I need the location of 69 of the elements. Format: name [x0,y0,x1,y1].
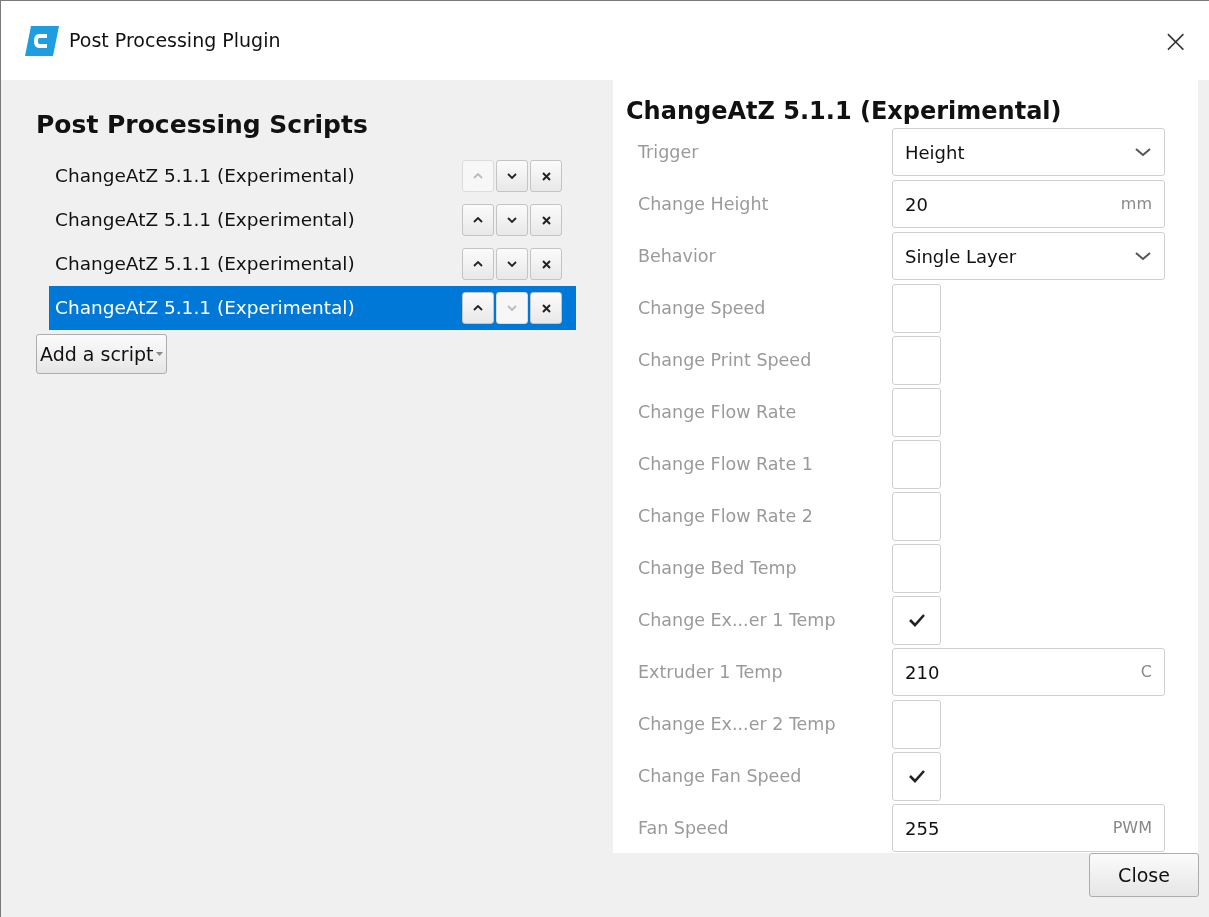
caret-down-icon [507,173,517,179]
setting-label: Fan Speed [637,816,730,840]
scripts-heading: Post Processing Scripts [36,109,369,142]
caret-down-icon [507,261,517,267]
remove-button[interactable] [530,204,562,236]
setting-label: Change Print Speed [637,348,813,372]
remove-button[interactable] [530,292,562,324]
chevron-down-icon [1134,251,1152,261]
remove-button[interactable] [530,160,562,192]
close-icon [541,259,551,269]
number-field[interactable]: 20 mm [892,180,1165,228]
setting-label: Change Ex...er 2 Temp [637,712,837,736]
setting-label: Change Fan Speed [637,764,803,788]
dropdown-field[interactable]: Single Layer [892,232,1165,280]
number-field[interactable]: 210 C [892,648,1165,696]
script-list-item[interactable]: ChangeAtZ 5.1.1 (Experimental) [49,154,576,198]
checkbox[interactable] [892,283,941,333]
number-field[interactable]: 255 PWM [892,804,1165,852]
setting-label: Change Speed [637,296,767,320]
setting-label: Behavior [637,244,717,268]
caret-down-icon [507,217,517,223]
checkbox[interactable] [892,595,941,645]
close-dialog-button[interactable]: Close [1089,853,1199,897]
move-up-button[interactable] [462,248,494,280]
caret-up-icon [473,305,483,311]
unit-label: PWM [1112,817,1152,839]
app-logo-icon [25,25,59,56]
checkbox[interactable] [892,387,941,437]
close-icon [541,171,551,181]
script-list-item[interactable]: ChangeAtZ 5.1.1 (Experimental) [49,198,576,242]
checkmark-icon [907,769,926,783]
caret-up-icon [473,261,483,267]
checkbox[interactable] [892,543,941,593]
caret-up-icon [473,217,483,223]
caret-down-icon [156,352,164,356]
unit-label: C [1140,661,1152,683]
setting-label: Change Height [637,192,770,216]
window-title: Post Processing Plugin [69,28,281,54]
script-list-item[interactable]: ChangeAtZ 5.1.1 (Experimental) [49,286,576,330]
move-down-button[interactable] [496,248,528,280]
checkbox[interactable] [892,439,941,489]
setting-label: Change Flow Rate 2 [637,504,814,528]
close-button[interactable]: × [1162,24,1189,57]
setting-label: Trigger [637,140,700,164]
close-icon [541,303,551,313]
close-icon [541,215,551,225]
unit-label: mm [1120,193,1152,215]
chevron-down-icon [1134,147,1152,157]
setting-label: Change Ex...er 1 Temp [637,608,837,632]
setting-label: Extruder 1 Temp [637,660,784,684]
move-down-button[interactable] [496,204,528,236]
caret-up-icon [473,173,483,179]
script-settings-heading: ChangeAtZ 5.1.1 (Experimental) [626,96,1063,126]
caret-down-icon [507,305,517,311]
setting-label: Change Bed Temp [637,556,798,580]
remove-button[interactable] [530,248,562,280]
move-up-button[interactable] [462,292,494,324]
checkbox[interactable] [892,751,941,801]
checkbox[interactable] [892,699,941,749]
checkbox[interactable] [892,491,941,541]
setting-label: Change Flow Rate 1 [637,452,814,476]
move-up-button[interactable] [462,204,494,236]
script-list-item[interactable]: ChangeAtZ 5.1.1 (Experimental) [49,242,576,286]
add-script-dropdown[interactable]: Add a script [36,334,168,374]
dropdown-field[interactable]: Height [892,128,1165,176]
move-down-button[interactable] [496,160,528,192]
setting-label: Change Flow Rate [637,400,798,424]
checkbox[interactable] [892,335,941,385]
checkmark-icon [907,613,926,627]
